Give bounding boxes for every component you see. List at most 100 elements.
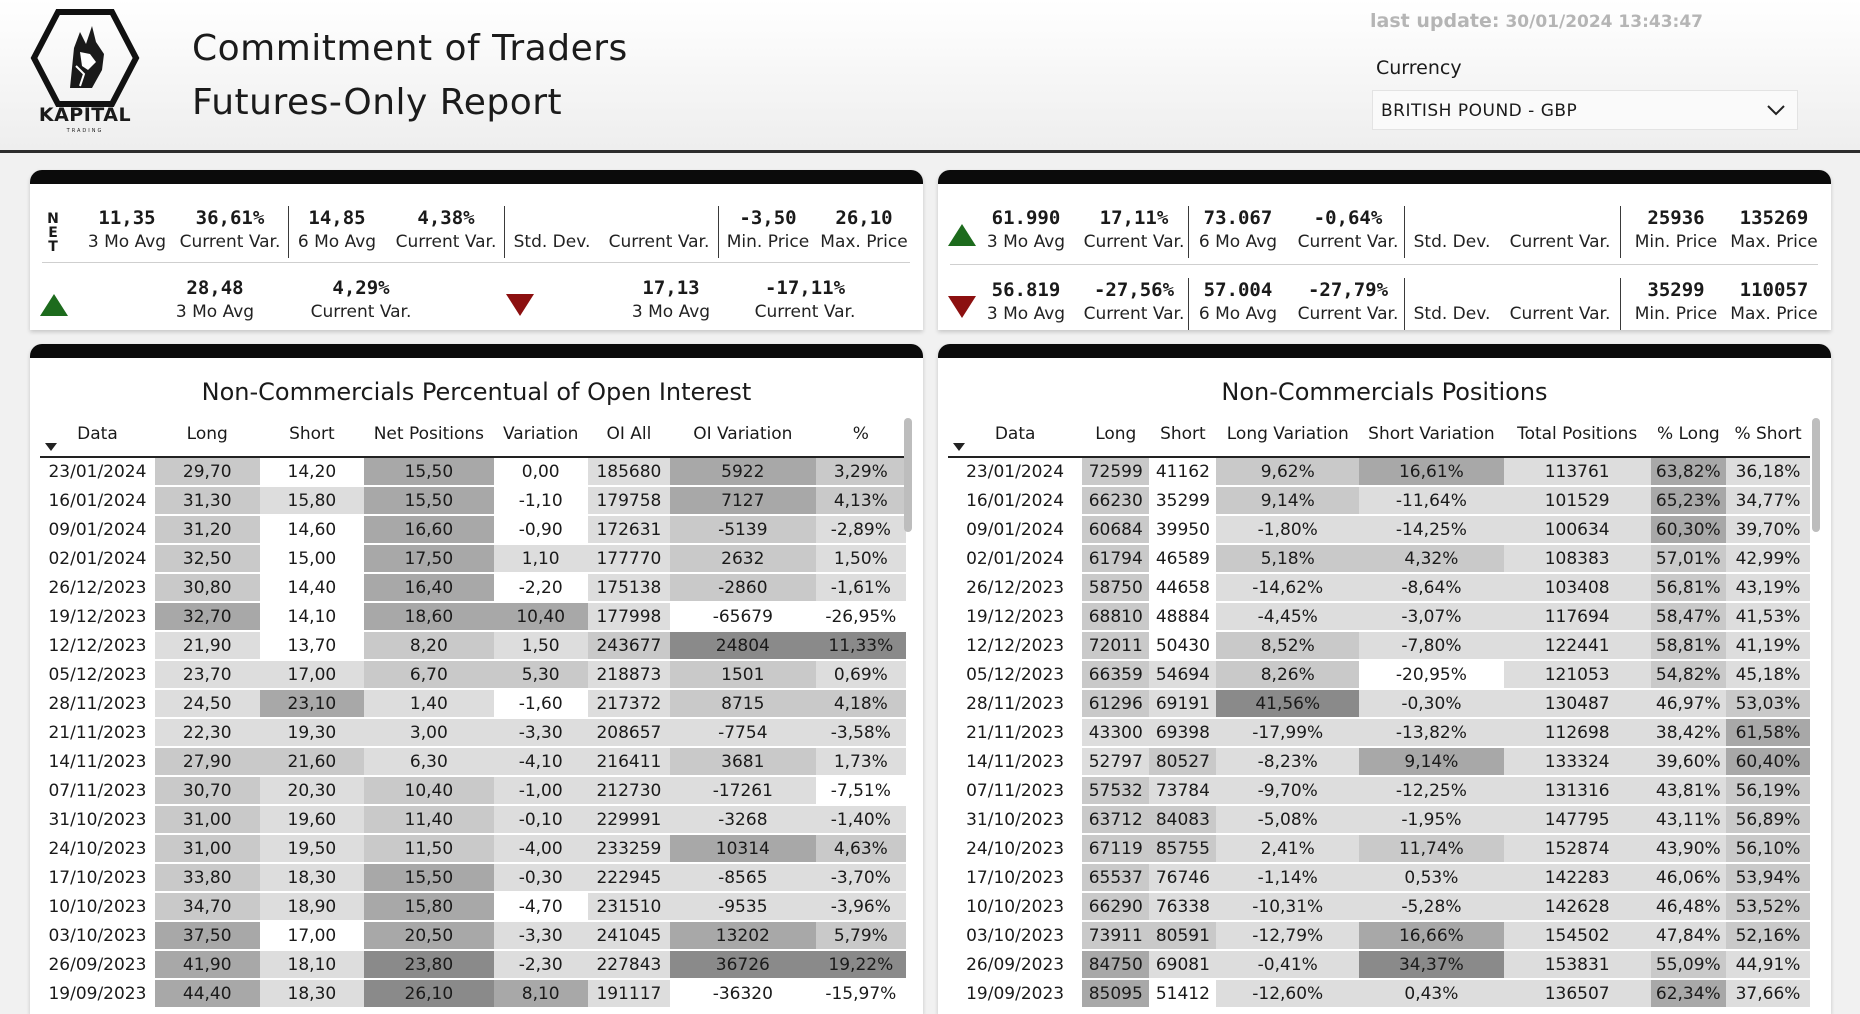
table-row[interactable]: 26/12/2023 30,80 14,40 16,40 -2,20 175138 -286…	[40, 573, 906, 603]
column-header[interactable]: Long	[1082, 412, 1150, 458]
table-cell: 12/12/2023	[948, 631, 1083, 661]
kapital-logo: KAPITAL TRADING	[30, 8, 140, 136]
table-cell: -7754	[669, 718, 816, 748]
table-row[interactable]: 24/10/2023 31,00 19,50 11,50 -4,00 233259 1031…	[40, 834, 906, 864]
table-cell: 147795	[1503, 805, 1651, 835]
wolf-icon	[30, 9, 140, 107]
table-row[interactable]: 28/11/2023 24,50 23,10 1,40 -1,60 217372 8715 4…	[40, 689, 906, 719]
column-header[interactable]: Data	[40, 412, 155, 458]
table-row[interactable]: 10/10/2023 34,70 18,90 15,80 -4,70 231510 -953…	[40, 892, 906, 922]
stat-cell: Std. Dev.	[1404, 206, 1500, 254]
table-row[interactable]: 19/09/2023 44,40 18,30 26,10 8,10 191117 -3632…	[40, 979, 906, 1009]
stat-value: 4,38%	[417, 207, 475, 229]
table-row[interactable]: 19/09/2023 85095 51412 -12,60% 0,43% 136507 62…	[948, 979, 1810, 1009]
table-row[interactable]: 10/10/2023 66290 76338 -10,31% -5,28% 142628 4…	[948, 892, 1810, 922]
table-row[interactable]: 24/10/2023 67119 85755 2,41% 11,74% 152874 43,…	[948, 834, 1810, 864]
currency-dropdown[interactable]: BRITISH POUND - GBP	[1372, 90, 1798, 130]
column-header[interactable]: Long	[154, 412, 260, 458]
table-row[interactable]: 07/11/2023 30,70 20,30 10,40 -1,00 212730 -172…	[40, 776, 906, 806]
column-header[interactable]: Short Variation	[1359, 412, 1504, 458]
table-cell: 177770	[587, 544, 670, 574]
column-header[interactable]: OI All	[587, 412, 670, 458]
table-cell: 26,10	[364, 979, 494, 1009]
table-row[interactable]: 16/01/2024 31,30 15,80 15,50 -1,10 179758 7127…	[40, 486, 906, 516]
stat-value: 57.004	[1203, 279, 1273, 301]
table-row[interactable]: 28/11/2023 61296 69191 41,56% -0,30% 130487 46…	[948, 689, 1810, 719]
table-row[interactable]: 14/11/2023 52797 80527 -8,23% 9,14% 133324 39,…	[948, 747, 1810, 777]
table-row[interactable]: 19/12/2023 68810 48884 -4,45% -3,07% 117694 58…	[948, 602, 1810, 632]
table-row[interactable]: 17/10/2023 33,80 18,30 15,50 -0,30 222945 -856…	[40, 863, 906, 893]
table-cell: 4,18%	[815, 689, 906, 719]
column-header[interactable]: Net Positions	[364, 412, 494, 458]
table-cell: 15,80	[364, 892, 494, 922]
stat-label: Current Var.	[1297, 304, 1399, 324]
table-cell: 60684	[1082, 515, 1150, 545]
column-header[interactable]: % Long	[1650, 412, 1727, 458]
scrollbar[interactable]	[1812, 418, 1820, 532]
scrollbar[interactable]	[904, 418, 912, 532]
table-row[interactable]: 14/11/2023 27,90 21,60 6,30 -4,10 216411 3681 1…	[40, 747, 906, 777]
table-cell: 55,09%	[1650, 950, 1727, 980]
table-row[interactable]: 23/01/2024 72599 41162 9,62% 16,61% 113761 63,…	[948, 457, 1810, 487]
column-header[interactable]: Short	[259, 412, 365, 458]
table-row[interactable]: 03/10/2023 37,50 17,00 20,50 -3,30 241045 1320…	[40, 921, 906, 951]
column-header[interactable]: Total Positions	[1503, 412, 1651, 458]
table-row[interactable]: 19/12/2023 32,70 14,10 18,60 10,40 177998 -656…	[40, 602, 906, 632]
table-cell: 23,80	[364, 950, 494, 980]
table-row[interactable]: 21/11/2023 43300 69398 -17,99% -13,82% 112698…	[948, 718, 1810, 748]
table-row[interactable]: 26/09/2023 84750 69081 -0,41% 34,37% 153831 55…	[948, 950, 1810, 980]
table-cell: 218873	[587, 660, 670, 690]
table-cell: 65537	[1082, 863, 1150, 893]
table-cell: 217372	[587, 689, 670, 719]
table-row[interactable]: 09/01/2024 31,20 14,60 16,60 -0,90 172631 -513…	[40, 515, 906, 545]
table-cell: -2,30	[493, 950, 588, 980]
table-row[interactable]: 05/12/2023 23,70 17,00 6,70 5,30 218873 1501 0,…	[40, 660, 906, 690]
table-cell: 57,01%	[1650, 544, 1727, 574]
table-cell: 100634	[1503, 515, 1651, 545]
table-cell: 43,81%	[1650, 776, 1727, 806]
column-header[interactable]: % Short	[1726, 412, 1810, 458]
column-header[interactable]: OI Variation	[669, 412, 816, 458]
table-cell: 18,30	[259, 979, 365, 1009]
table-cell: -1,40%	[815, 805, 906, 835]
stat-label: Current Var.	[310, 302, 412, 322]
column-header[interactable]: %	[815, 412, 906, 458]
table-row[interactable]: 07/11/2023 57532 73784 -9,70% -12,25% 131316 4…	[948, 776, 1810, 806]
table-cell: 07/11/2023	[40, 776, 155, 806]
table-cell: 16,60	[364, 515, 494, 545]
table-cell: 117694	[1503, 602, 1651, 632]
table-row[interactable]: 12/12/2023 72011 50430 8,52% -7,80% 122441 58,…	[948, 631, 1810, 661]
table-cell: 0,53%	[1359, 863, 1504, 893]
table-row[interactable]: 26/09/2023 41,90 18,10 23,80 -2,30 227843 3672…	[40, 950, 906, 980]
net-letter: T	[48, 239, 58, 255]
stat-label: Min. Price	[1634, 232, 1718, 252]
stat-label: Max. Price	[1730, 304, 1818, 324]
table-row[interactable]: 23/01/2024 29,70 14,20 15,50 0,00 185680 5922 3…	[40, 457, 906, 487]
table-cell: 53,03%	[1726, 689, 1810, 719]
table-row[interactable]: 09/01/2024 60684 39950 -1,80% -14,25% 100634 6…	[948, 515, 1810, 545]
stat-label: Min. Price	[726, 232, 810, 252]
table-row[interactable]: 12/12/2023 21,90 13,70 8,20 1,50 243677 24804 1…	[40, 631, 906, 661]
column-header[interactable]: Data	[948, 412, 1083, 458]
column-header[interactable]: Variation	[493, 412, 588, 458]
table-cell: -1,80%	[1216, 515, 1360, 545]
table-cell: 233259	[587, 834, 670, 864]
table-cell: 3,00	[364, 718, 494, 748]
table-row[interactable]: 31/10/2023 63712 84083 -5,08% -1,95% 147795 43…	[948, 805, 1810, 835]
table-cell: 66290	[1082, 892, 1150, 922]
table-row[interactable]: 21/11/2023 22,30 19,30 3,00 -3,30 208657 -7754…	[40, 718, 906, 748]
positions-panel: Non-Commercials Positions Data Long Short L…	[938, 344, 1831, 1014]
stat-min-price: -3,50 Min. Price	[720, 206, 816, 254]
stat-value: 110057	[1739, 279, 1809, 301]
stat-label: 6 Mo Avg	[297, 232, 377, 252]
table-row[interactable]: 05/12/2023 66359 54694 8,26% -20,95% 121053 54…	[948, 660, 1810, 690]
table-row[interactable]: 31/10/2023 31,00 19,60 11,40 -0,10 229991 -326…	[40, 805, 906, 835]
table-row[interactable]: 03/10/2023 73911 80591 -12,79% 16,66% 154502 4…	[948, 921, 1810, 951]
column-header[interactable]: Short	[1149, 412, 1217, 458]
table-row[interactable]: 17/10/2023 65537 76746 -1,14% 0,53% 142283 46,…	[948, 863, 1810, 893]
table-row[interactable]: 26/12/2023 58750 44658 -14,62% -8,64% 103408 5…	[948, 573, 1810, 603]
table-row[interactable]: 02/01/2024 32,50 15,00 17,50 1,10 177770 2632 1…	[40, 544, 906, 574]
table-row[interactable]: 02/01/2024 61794 46589 5,18% 4,32% 108383 57,0…	[948, 544, 1810, 574]
table-row[interactable]: 16/01/2024 66230 35299 9,14% -11,64% 101529 65…	[948, 486, 1810, 516]
column-header[interactable]: Long Variation	[1216, 412, 1360, 458]
